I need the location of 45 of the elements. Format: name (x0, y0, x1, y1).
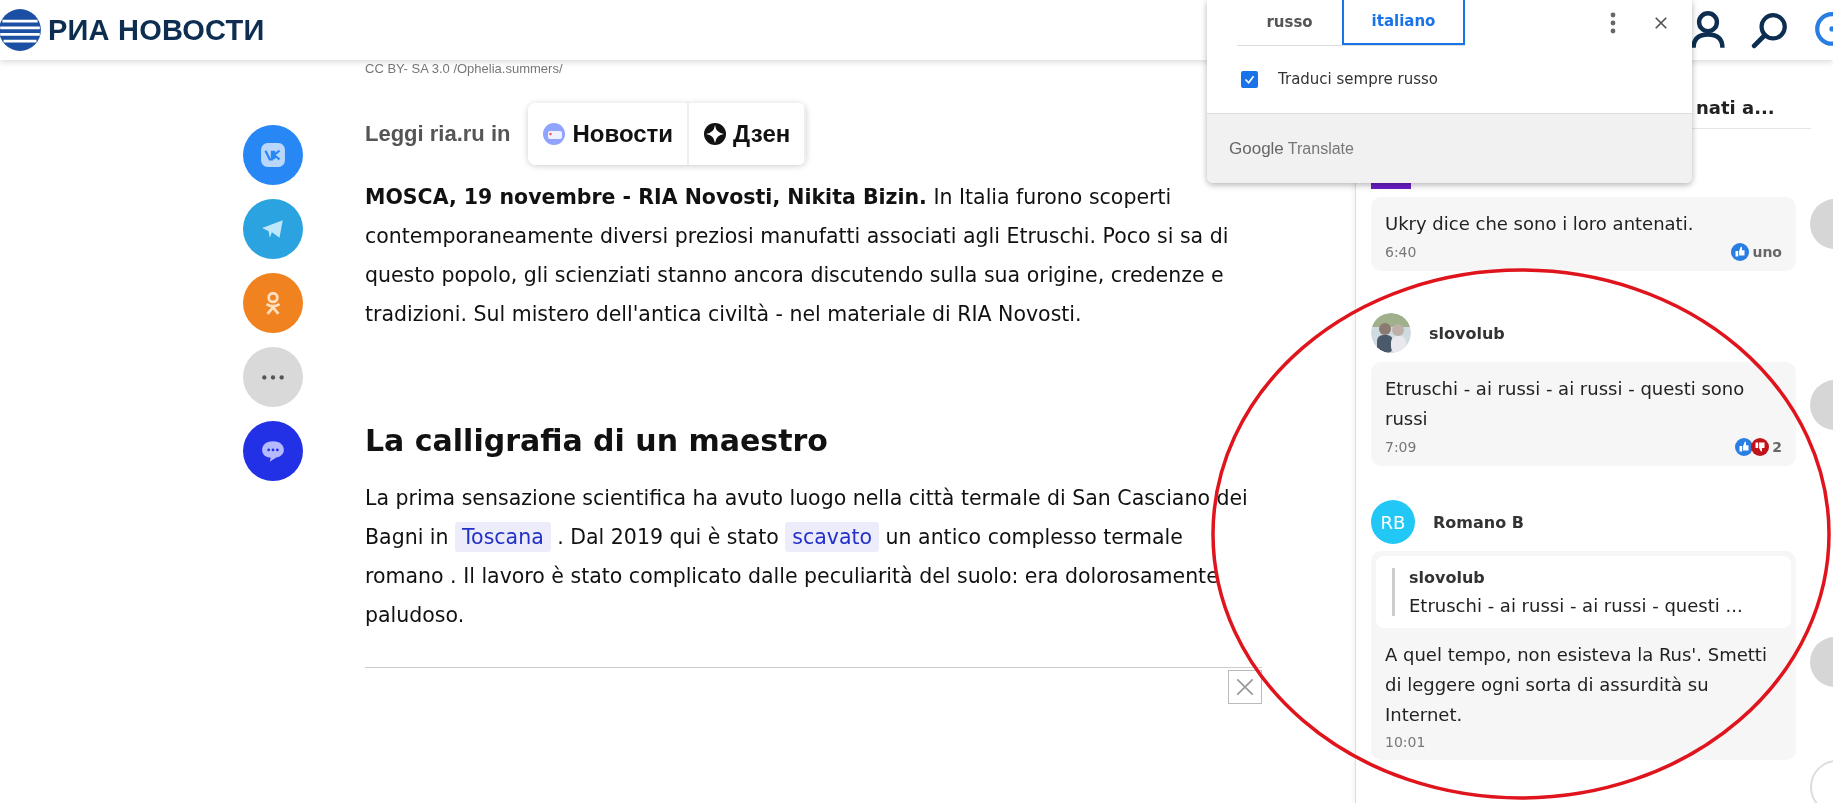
close-button[interactable] (1228, 670, 1262, 704)
inline-link[interactable]: scavato (785, 522, 880, 552)
panel-title: nati a... (1696, 97, 1775, 118)
comment-text: Ukry dice che sono i loro antenati. (1385, 212, 1695, 236)
comment-text: A quel tempo, non esisteva la Rus'. Smetti di leggere ogni sorta di assurdità su Internet. (1385, 643, 1768, 727)
product-name: Translate (1287, 140, 1354, 158)
share-button[interactable] (243, 125, 303, 185)
checkbox-label: Traduci sempre russo (1278, 70, 1439, 88)
lead-paragraph: MOSCA, 19 novembre - RIA Novosti, Nikita Bizin. In Italia furono scoperti contemporaneamente diversi preziosi manufatti associati agli Etruschi. Poco si sa di questo popolo, gli scienziati stanno ancora discutendo sulla sua origine, credenze e tradizioni. Sul mistero dell'antica civiltà - nel materiale di RIA Novosti. (365, 184, 1230, 328)
comment-author[interactable]: slovolub (1429, 323, 1505, 343)
comment-time: 10:01 (1385, 734, 1426, 750)
comment-time: 6:40 (1385, 244, 1417, 260)
comment-author[interactable]: Romano B (1433, 512, 1524, 532)
quote-text: Etruschi - ai russi - ai russi - questi ... (1392, 595, 1775, 616)
comment-text: Etruschi - ai russi - ai russi - questi sono russi (1385, 377, 1746, 431)
share-button[interactable] (243, 421, 303, 481)
checkbox[interactable] (1241, 70, 1258, 88)
thumb-down-icon[interactable] (1751, 438, 1770, 456)
google-wordmark: Google (1229, 139, 1284, 159)
square-logo-icon (260, 142, 286, 168)
photo-credit: CC BY- SA 3.0 /Ophelia.summers/ (365, 60, 564, 78)
user-icon[interactable] (1689, 10, 1727, 50)
avatar: RB (1371, 500, 1415, 544)
thumb-up-icon[interactable] (1735, 438, 1754, 456)
close-icon (1234, 676, 1256, 698)
more-icon (260, 373, 286, 381)
search-icon[interactable] (1751, 10, 1789, 50)
language-tab[interactable]: russo (1237, 0, 1342, 45)
comment-time: 7:09 (1385, 439, 1417, 455)
site-logo[interactable]: РИА НОВОСТИ (48, 13, 265, 47)
card-icon (542, 122, 567, 146)
article-heading: La calligrafia di un maestro (365, 423, 829, 459)
quote-author: slovolub (1392, 568, 1775, 595)
thumb-up-icon[interactable] (1731, 243, 1750, 261)
reaction-count: 2 (1772, 439, 1782, 455)
reaction-count: uno (1752, 244, 1782, 260)
inline-link[interactable]: Toscana (455, 522, 551, 552)
read-in-label: Leggi ria.ru in (365, 121, 511, 147)
chat-bubble-icon (260, 438, 286, 464)
more-icon[interactable] (1610, 11, 1616, 34)
news-service-button[interactable]: Дзен (689, 103, 807, 165)
star-icon (703, 122, 728, 146)
close-icon[interactable] (1654, 15, 1668, 30)
language-tab[interactable]: italiano (1342, 0, 1465, 45)
news-service-button[interactable]: Новости (528, 103, 690, 165)
